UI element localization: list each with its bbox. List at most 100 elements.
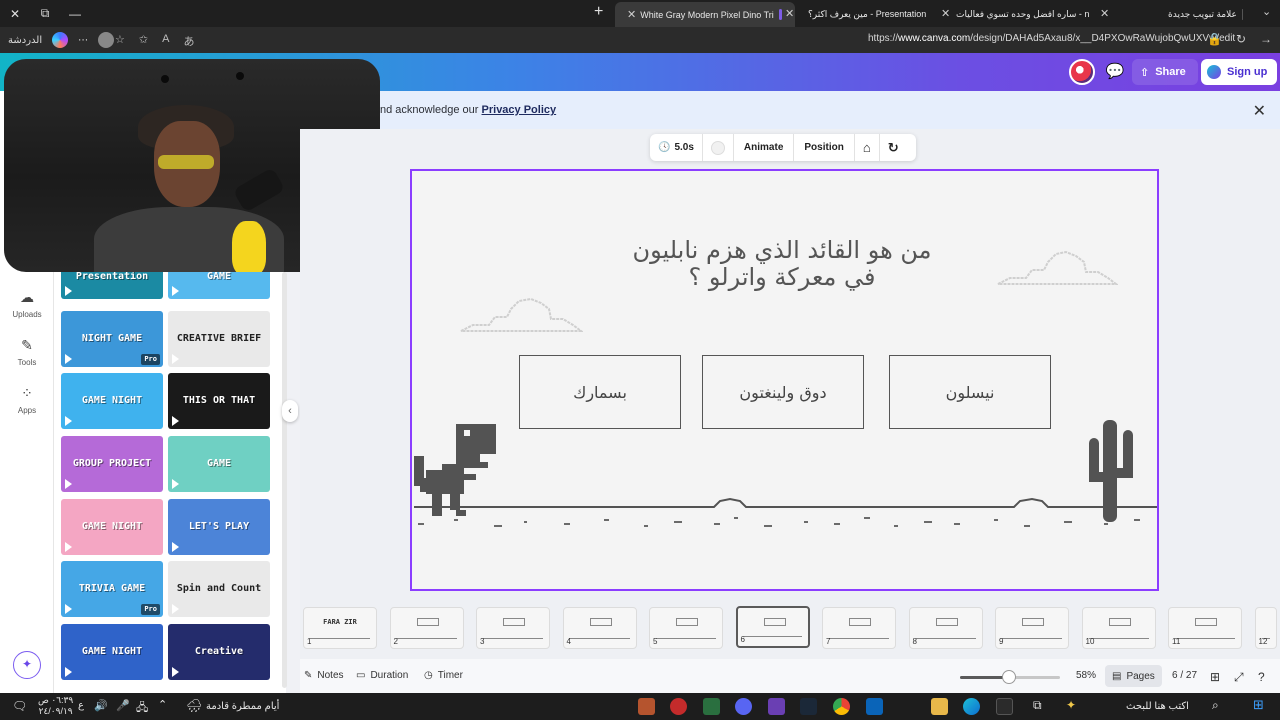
- edge-icon[interactable]: [963, 698, 980, 715]
- page-thumbnail[interactable]: 3: [476, 607, 550, 649]
- comment-icon[interactable]: 💬: [1104, 61, 1126, 83]
- app-icon[interactable]: [670, 698, 687, 715]
- app-icon[interactable]: [638, 698, 655, 715]
- tab-canva-dino[interactable]: ✕ White Gray Modern Pixel Dino Tri: [615, 2, 795, 27]
- share-button[interactable]: ⇧ Share: [1132, 59, 1198, 85]
- page-thumbnail[interactable]: 10: [1081, 607, 1156, 649]
- widgets-icon[interactable]: ✦: [1066, 698, 1076, 712]
- template-thumbnail[interactable]: Presentation: [61, 269, 163, 299]
- page-thumbnail[interactable]: 2: [389, 607, 464, 649]
- template-thumbnail[interactable]: GAME: [168, 436, 270, 492]
- close-icon[interactable]: ✕: [1253, 101, 1266, 121]
- notification-icon[interactable]: 🗨: [12, 699, 27, 713]
- animate-button[interactable]: Animate: [734, 134, 793, 161]
- zoom-slider-handle[interactable]: [1002, 670, 1016, 684]
- tray-chevron-icon[interactable]: ⌃: [158, 698, 167, 711]
- collections-icon[interactable]: ☆: [115, 33, 125, 49]
- tab-close-icon[interactable]: ✕: [627, 8, 636, 21]
- minimize-window-icon[interactable]: —: [60, 7, 90, 21]
- tab-list-chevron-icon[interactable]: ⌄: [1262, 5, 1271, 18]
- position-button[interactable]: Position: [794, 134, 853, 161]
- page-thumbnail[interactable]: 9: [995, 607, 1069, 649]
- tab-close-icon[interactable]: ✕: [785, 7, 794, 20]
- template-thumbnail[interactable]: NIGHT GAME Pro: [61, 311, 163, 367]
- page-thumbnail[interactable]: 8: [908, 607, 983, 649]
- app-icon[interactable]: [768, 698, 785, 715]
- chrome-icon[interactable]: [833, 698, 850, 715]
- clock[interactable]: ٠٦:٣٩ ص ٢٤/٠٩/١٩: [38, 695, 73, 717]
- maximize-window-icon[interactable]: ⧉: [30, 6, 60, 21]
- page-thumbnail[interactable]: 7: [822, 607, 896, 649]
- more-icon[interactable]: ⋯: [78, 35, 88, 46]
- answer-box-3[interactable]: نيسلون: [889, 355, 1051, 429]
- duration-button[interactable]: 🕓 5.0s: [650, 134, 702, 161]
- notes-button[interactable]: ✎ Notes: [304, 670, 344, 681]
- fullscreen-icon[interactable]: ⤢: [1234, 670, 1244, 685]
- page-thumbnail[interactable]: 5: [649, 607, 723, 649]
- template-thumbnail[interactable]: GAME NIGHT: [61, 373, 163, 429]
- user-avatar[interactable]: [1069, 59, 1095, 85]
- duration-bottom-button[interactable]: ▭ Duration: [356, 670, 408, 681]
- template-thumbnail[interactable]: THIS OR THAT: [168, 373, 270, 429]
- panel-scrollbar[interactable]: [282, 272, 287, 688]
- page-thumbnail[interactable]: FARA ZIR 1: [303, 607, 377, 649]
- volume-icon[interactable]: 🔊: [94, 699, 108, 712]
- answer-box-2[interactable]: دوق ولينغتون: [702, 355, 864, 429]
- timer-button[interactable]: ◷ Timer: [424, 670, 463, 681]
- rail-tools[interactable]: ✎ Tools: [0, 337, 54, 367]
- rail-uploads[interactable]: ☁ Uploads: [0, 289, 54, 319]
- microphone-icon[interactable]: 🎤: [116, 699, 130, 712]
- search-icon[interactable]: ⌕: [1212, 698, 1219, 713]
- lock-icon[interactable]: 🔒: [1207, 32, 1222, 46]
- outlook-icon[interactable]: [866, 698, 883, 715]
- steam-icon[interactable]: [800, 698, 817, 715]
- app-icon[interactable]: [996, 698, 1013, 715]
- taskbar-search[interactable]: اكتب هنا للبحث: [1126, 701, 1189, 712]
- page-thumbnail[interactable]: 6: [735, 606, 810, 648]
- zoom-value[interactable]: 58%: [1076, 670, 1096, 681]
- magic-sparkle-icon[interactable]: ✦: [13, 651, 41, 679]
- language-indicator[interactable]: ع: [78, 700, 84, 711]
- profile-label[interactable]: الدردشة: [8, 35, 42, 46]
- color-swatch[interactable]: [703, 134, 733, 161]
- profile-avatar[interactable]: [98, 32, 115, 48]
- url-field[interactable]: https://www.canva.com/design/DAHAd5Axau8…: [868, 33, 1235, 44]
- sign-up-button[interactable]: Sign up: [1201, 59, 1278, 85]
- template-thumbnail[interactable]: GAME NIGHT: [61, 499, 163, 555]
- new-tab-icon[interactable]: +: [594, 3, 603, 21]
- tab-new-tab[interactable]: علامة تبويب جديدة: [1160, 2, 1255, 27]
- favorite-star-icon[interactable]: ✩: [139, 33, 148, 49]
- template-thumbnail[interactable]: TRIVIA GAME Pro: [61, 561, 163, 617]
- read-aloud-icon[interactable]: A: [162, 33, 169, 49]
- tab-events[interactable]: ساره افضل وحده تسوي فعاليات - n: [948, 2, 1098, 27]
- tab-presentation[interactable]: مين يعرف اكثر؟ - Presentation: [800, 2, 940, 27]
- template-thumbnail[interactable]: Creative Portfolio: [168, 624, 270, 680]
- rotate-icon[interactable]: ↻: [880, 134, 907, 161]
- refresh-icon[interactable]: ↻: [1236, 32, 1246, 46]
- copilot-icon[interactable]: [52, 32, 69, 48]
- template-thumbnail[interactable]: Spin and Count: [168, 561, 270, 617]
- forward-icon[interactable]: →: [1260, 32, 1272, 46]
- template-thumbnail[interactable]: GAME: [168, 269, 270, 299]
- page-thumbnail[interactable]: 4: [562, 607, 637, 649]
- template-thumbnail[interactable]: GAME NIGHT: [61, 624, 163, 680]
- windows-start-icon[interactable]: ⊞: [1253, 697, 1264, 713]
- collapse-panel-chevron-icon[interactable]: ‹: [282, 400, 298, 422]
- template-thumbnail[interactable]: LET'S PLAY: [168, 499, 270, 555]
- file-explorer-icon[interactable]: [931, 698, 948, 715]
- discord-icon[interactable]: [735, 698, 752, 715]
- slide-canvas[interactable]: من هو القائد الذي هزم نابليون في معركة و…: [410, 169, 1159, 591]
- tab-close-icon[interactable]: ✕: [1100, 7, 1109, 20]
- close-window-icon[interactable]: ✕: [0, 7, 30, 21]
- network-icon[interactable]: 🖧: [136, 699, 148, 718]
- question-text[interactable]: من هو القائد الذي هزم نابليون في معركة و…: [502, 237, 1062, 291]
- grid-view-icon[interactable]: ⊞: [1210, 670, 1220, 684]
- privacy-policy-link[interactable]: Privacy Policy: [482, 104, 557, 116]
- rail-apps[interactable]: ⁘ Apps: [0, 385, 54, 415]
- translate-icon[interactable]: あ: [183, 33, 194, 49]
- pages-button[interactable]: ▤ Pages: [1105, 665, 1162, 687]
- app-icon[interactable]: [703, 698, 720, 715]
- paint-format-icon[interactable]: ⌂: [855, 134, 879, 161]
- answer-box-1[interactable]: بسمارك: [519, 355, 681, 429]
- task-view-icon[interactable]: ⧉: [1033, 698, 1042, 713]
